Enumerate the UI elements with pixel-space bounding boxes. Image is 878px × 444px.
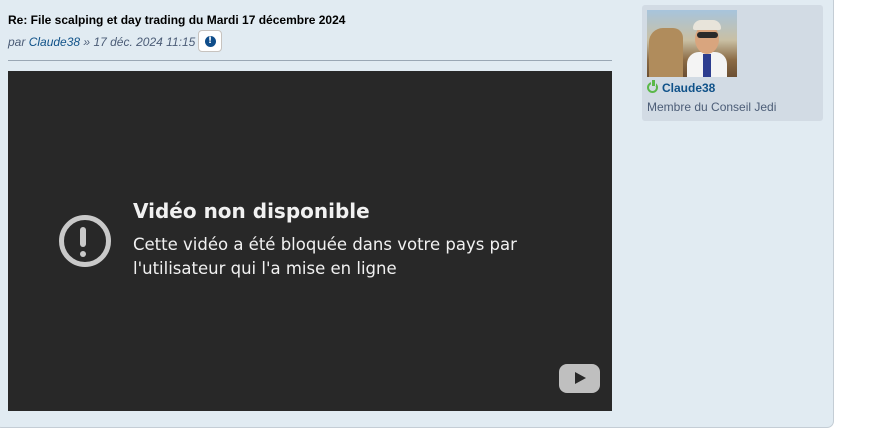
content-divider <box>8 60 612 61</box>
author-profile-card: Claude38 Membre du Conseil Jedi <box>642 5 823 121</box>
post-meta: par Claude38 » 17 déc. 2024 11:15 <box>8 35 195 49</box>
video-error-message: Cette vidéo a été bloquée dans votre pay… <box>133 235 517 278</box>
embedded-video[interactable]: Vidéo non disponible Cette vidéo a été b… <box>8 71 612 411</box>
date-separator: » <box>83 35 91 49</box>
post-author-link[interactable]: Claude38 <box>29 35 80 49</box>
youtube-logo-icon[interactable] <box>559 364 600 393</box>
post-info-button[interactable]: ! <box>198 30 222 52</box>
profile-rank: Membre du Conseil Jedi <box>647 100 777 114</box>
post-title[interactable]: Re: File scalping et day trading du Mard… <box>8 13 345 27</box>
profile-username-link[interactable]: Claude38 <box>662 81 715 95</box>
alert-circle-icon <box>59 215 111 267</box>
by-prefix: par <box>8 35 26 49</box>
info-icon: ! <box>204 35 216 47</box>
online-power-icon <box>647 80 658 93</box>
video-error-title: Vidéo non disponible <box>133 199 370 223</box>
post-date: 17 déc. 2024 11:15 <box>93 35 196 49</box>
avatar[interactable] <box>647 10 737 77</box>
